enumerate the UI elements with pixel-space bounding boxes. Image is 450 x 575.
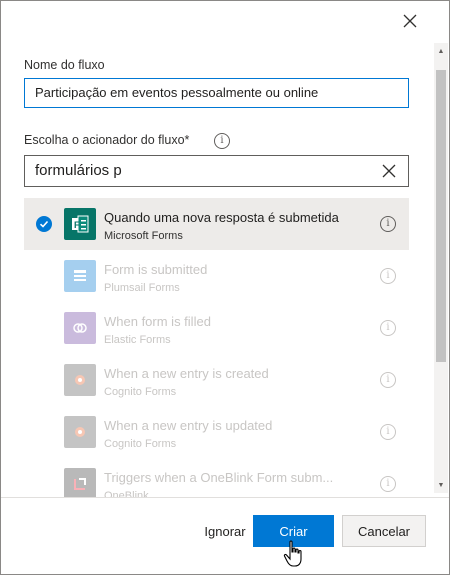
trigger-row-plumsail: Form is submitted Plumsail Forms i [24,250,409,302]
info-icon: i [380,268,396,284]
trigger-label: Escolha o acionador do fluxo* [24,133,190,147]
info-icon: i [380,320,396,336]
cancel-button[interactable]: Cancelar [342,515,426,547]
cognito-forms-icon [64,416,96,448]
plumsail-forms-icon [64,260,96,292]
trigger-connector: Cognito Forms [104,386,177,398]
trigger-row-microsoft-forms[interactable]: F Quando uma nova resposta é submetida M… [24,198,409,250]
scroll-down-icon[interactable]: ▼ [436,480,446,490]
trigger-row-elastic: When form is filled Elastic Forms i [24,302,409,354]
trigger-title: Form is submitted [104,262,208,277]
info-icon[interactable]: i [380,216,396,232]
trigger-row-cognito-created: When a new entry is created Cognito Form… [24,354,409,406]
cognito-forms-icon [64,364,96,396]
trigger-title: Triggers when a OneBlink Form subm... [104,470,334,485]
close-icon[interactable] [399,10,421,32]
info-icon[interactable]: i [214,133,230,149]
trigger-connector: Microsoft Forms [104,230,183,242]
microsoft-forms-icon: F [64,208,96,240]
trigger-row-oneblink: Triggers when a OneBlink Form subm... On… [24,458,409,498]
trigger-row-cognito-updated: When a new entry is updated Cognito Form… [24,406,409,458]
checkmark-icon [36,216,52,232]
info-icon: i [380,372,396,388]
trigger-search-input[interactable]: formulários p [24,155,409,187]
trigger-connector: Elastic Forms [104,334,171,346]
hand-cursor-icon [283,540,305,568]
footer-divider [1,497,449,498]
clear-search-icon[interactable] [381,163,397,179]
elastic-forms-icon [64,312,96,344]
trigger-connector: Plumsail Forms [104,282,180,294]
scroll-up-icon[interactable]: ▲ [436,46,446,56]
ignore-button[interactable]: Ignorar [198,515,252,547]
info-icon: i [380,476,396,492]
trigger-title: When form is filled [104,314,211,329]
trigger-list: F Quando uma nova resposta é submetida M… [24,198,409,498]
oneblink-icon [64,468,96,498]
trigger-connector: Cognito Forms [104,438,177,450]
scrollbar-thumb[interactable] [436,70,446,362]
trigger-title: When a new entry is updated [104,418,273,433]
trigger-title: When a new entry is created [104,366,269,381]
trigger-title: Quando uma nova resposta é submetida [104,210,339,225]
flow-name-input[interactable]: Participação em eventos pessoalmente ou … [24,78,409,108]
flow-name-label: Nome do fluxo [24,58,105,72]
svg-text:F: F [74,220,80,230]
info-icon: i [380,424,396,440]
